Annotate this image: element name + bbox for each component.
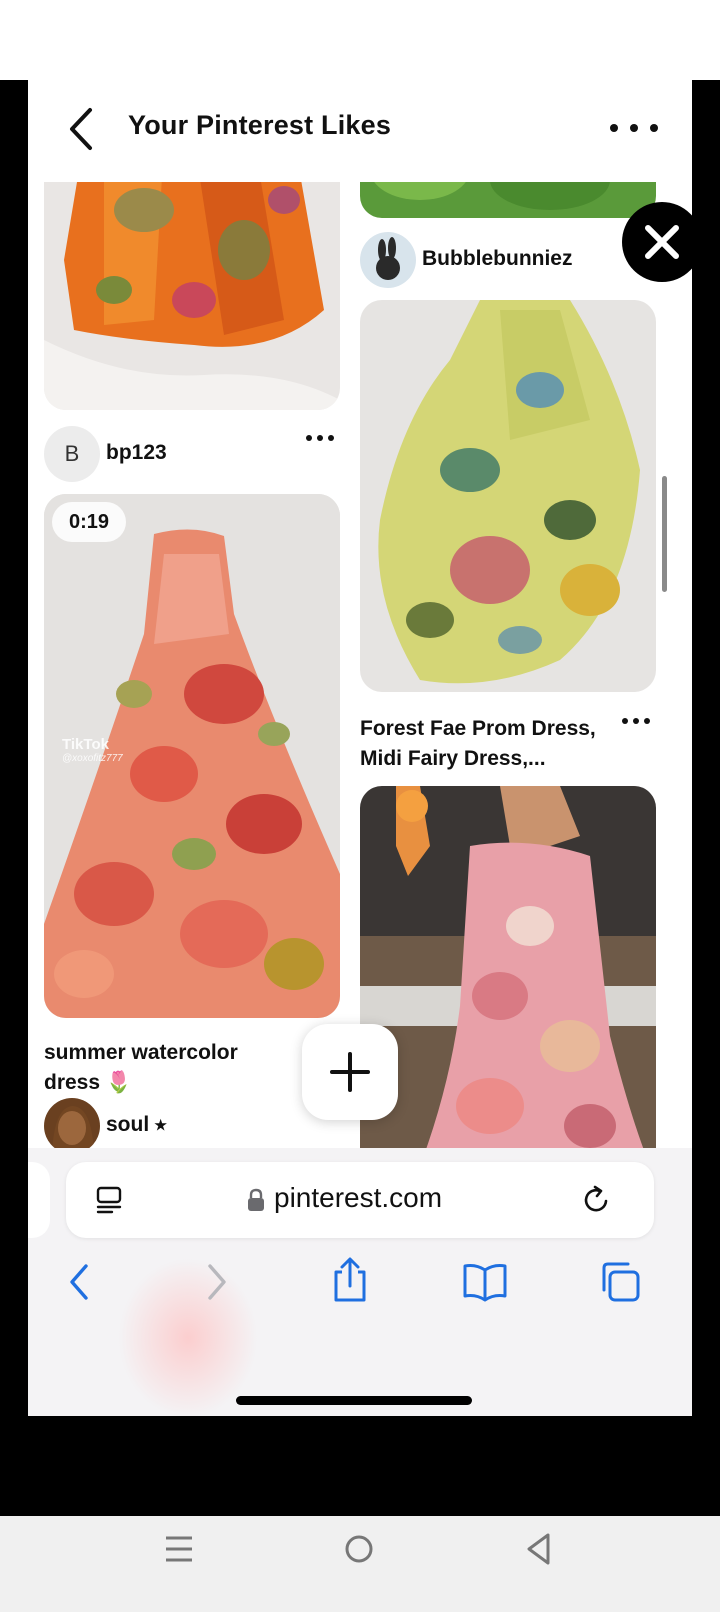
pin-title-line-2: dress 🌷 bbox=[44, 1071, 133, 1094]
dot-icon bbox=[633, 718, 639, 724]
screen-border-right bbox=[692, 80, 720, 1416]
pin-username[interactable]: soul ⭑ bbox=[106, 1113, 166, 1137]
status-bar-area bbox=[0, 0, 720, 80]
home-indicator[interactable] bbox=[236, 1396, 472, 1405]
video-duration-badge: 0:19 bbox=[52, 502, 126, 542]
lock-icon bbox=[248, 1188, 264, 1211]
dot-icon bbox=[317, 435, 323, 441]
pin-username[interactable]: Bubblebunniez bbox=[422, 247, 573, 271]
avatar-initial: B bbox=[64, 441, 80, 466]
background-glow bbox=[118, 1258, 258, 1416]
dot-icon bbox=[306, 435, 312, 441]
bunny-icon bbox=[360, 232, 416, 288]
dot-icon bbox=[622, 718, 628, 724]
dot-icon bbox=[650, 124, 658, 132]
menu-icon[interactable] bbox=[164, 1534, 194, 1564]
close-button[interactable] bbox=[622, 202, 692, 282]
screen-border-bottom bbox=[0, 1416, 720, 1516]
back-triangle-icon[interactable] bbox=[524, 1532, 554, 1566]
back-button[interactable] bbox=[64, 106, 100, 152]
screen-border-left bbox=[0, 80, 28, 1416]
avatar-soul[interactable] bbox=[44, 1098, 100, 1154]
yellow-floral-dress-photo bbox=[360, 300, 656, 692]
dot-icon bbox=[610, 124, 618, 132]
chevron-left-icon bbox=[70, 108, 92, 150]
home-icon[interactable] bbox=[343, 1533, 375, 1565]
tabs-icon[interactable] bbox=[598, 1260, 642, 1304]
pin-more-button[interactable] bbox=[622, 718, 650, 726]
profile-photo bbox=[44, 1098, 100, 1154]
bookmarks-icon[interactable] bbox=[462, 1262, 508, 1302]
pin-video-watercolor-dress[interactable]: TikTok @xoxofitz777 bbox=[44, 494, 340, 1018]
dot-icon bbox=[328, 435, 334, 441]
pin-username[interactable]: bp123 bbox=[106, 441, 167, 465]
pin-more-button[interactable] bbox=[306, 435, 334, 443]
tiktok-watermark-label: TikTok bbox=[62, 736, 109, 753]
tiktok-watermark: TikTok @xoxofitz777 bbox=[62, 736, 123, 764]
url-text: pinterest.com bbox=[274, 1182, 443, 1213]
browser-back-icon[interactable] bbox=[64, 1262, 94, 1302]
dot-icon bbox=[644, 718, 650, 724]
page-title: Your Pinterest Likes bbox=[128, 110, 392, 140]
pink-floral-dress-photo bbox=[360, 786, 656, 1166]
avatar-bubblebunniez[interactable] bbox=[360, 232, 416, 288]
browser-toolbar: pinterest.com bbox=[28, 1148, 692, 1416]
pin-image-forest-fae-dress[interactable] bbox=[360, 300, 656, 692]
scrollbar[interactable] bbox=[662, 476, 667, 592]
pin-title-line-2: Midi Fairy Dress,... bbox=[360, 747, 546, 770]
pin-title-line-1: Forest Fae Prom Dress, bbox=[360, 717, 596, 740]
pin-image-pink-floral-dress[interactable] bbox=[360, 786, 656, 1166]
previous-tab-peek[interactable] bbox=[28, 1162, 50, 1238]
address-bar[interactable]: pinterest.com bbox=[66, 1162, 654, 1238]
more-options-button[interactable] bbox=[610, 120, 658, 136]
pin-title[interactable]: Forest Fae Prom Dress, Midi Fairy Dress,… bbox=[360, 714, 620, 774]
pin-title[interactable]: summer watercolor dress 🌷 bbox=[44, 1038, 284, 1098]
pin-title-line-1: summer watercolor bbox=[44, 1041, 238, 1064]
dot-icon bbox=[630, 124, 638, 132]
android-navigation-bar bbox=[0, 1516, 720, 1612]
close-icon bbox=[645, 225, 679, 259]
browser-forward-icon[interactable] bbox=[202, 1262, 232, 1302]
page-header: Your Pinterest Likes bbox=[28, 80, 692, 182]
reload-icon[interactable] bbox=[580, 1184, 612, 1216]
avatar-bp123[interactable]: B bbox=[44, 426, 100, 482]
browser-window: Your Pinterest Likes B bp123 TikTok @xox… bbox=[28, 80, 692, 1416]
create-pin-button[interactable] bbox=[302, 1024, 398, 1120]
reader-mode-icon[interactable] bbox=[94, 1184, 126, 1216]
tiktok-watermark-handle: @xoxofitz777 bbox=[62, 753, 123, 764]
share-icon[interactable] bbox=[330, 1256, 370, 1304]
plus-icon bbox=[330, 1052, 370, 1092]
